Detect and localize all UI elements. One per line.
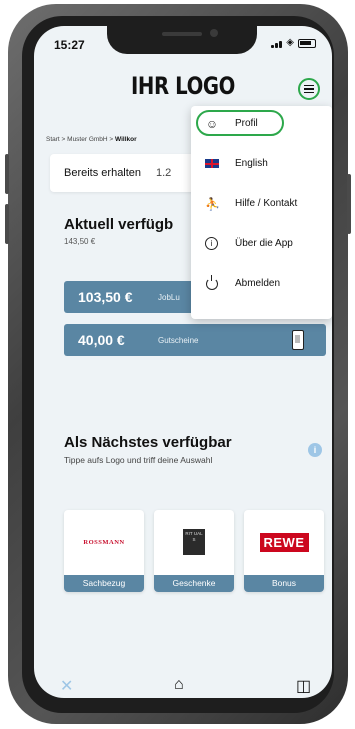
partner-caption: Bonus xyxy=(244,575,324,592)
budget-label: JobLu xyxy=(158,293,180,302)
breadcrumb-company[interactable]: Muster GmbH xyxy=(67,136,107,143)
status-icons: ◈ xyxy=(271,38,316,48)
partner-tile-ritual[interactable]: RIT UAL S Geschenke xyxy=(154,510,234,592)
menu-item-profile[interactable]: ☺ Profil xyxy=(191,106,332,142)
available-title: Aktuell verfügb xyxy=(64,216,174,233)
budget-amount: 40,00 € xyxy=(78,332,125,348)
breadcrumb-start[interactable]: Start xyxy=(46,136,60,143)
breadcrumb-separator: > xyxy=(61,136,66,143)
partner-tile-rewe[interactable]: REWE Bonus xyxy=(244,510,324,592)
status-bar: 15:27 ◈ xyxy=(34,26,332,64)
budget-bar-vouchers[interactable]: 40,00 € Gutscheine xyxy=(64,324,326,356)
camera xyxy=(210,29,218,37)
app-screen: 15:27 ◈ IHR LOGO Start > Muster GmbH > W… xyxy=(34,26,332,698)
budget-amount: 103,50 € xyxy=(78,289,133,305)
hamburger-menu-icon[interactable] xyxy=(298,78,320,100)
signal-icon xyxy=(271,41,283,48)
speaker xyxy=(162,32,202,36)
next-available-title: Als Nächstes verfügbar xyxy=(64,434,232,451)
wifi-icon: ◈ xyxy=(286,37,294,48)
received-label: Bereits erhalten xyxy=(64,167,142,179)
brand-logo[interactable]: IHR LOGO xyxy=(61,72,305,100)
cutlery-icon[interactable]: ✕ xyxy=(60,676,73,696)
volume-up-button xyxy=(5,154,9,194)
menu-item-about[interactable]: i Über die App xyxy=(191,226,332,262)
person-icon: ☺ xyxy=(205,117,219,131)
menu-item-english[interactable]: English xyxy=(191,146,332,182)
ritual-logo: RIT UAL S xyxy=(154,510,234,574)
partner-caption: Geschenke xyxy=(154,575,234,592)
home-icon[interactable]: ⌂ xyxy=(174,676,184,694)
status-time: 15:27 xyxy=(54,38,85,52)
rossmann-logo: ROSSMANN xyxy=(83,538,125,546)
partner-tile-rossmann[interactable]: ROSSMANN Sachbezug xyxy=(64,510,144,592)
power-icon xyxy=(206,275,218,290)
received-value: 1.2 xyxy=(156,167,172,179)
menu-item-label: Abmelden xyxy=(235,278,281,289)
rewe-logo: REWE xyxy=(244,510,324,574)
menu-item-label: Hilfe / Kontakt xyxy=(235,198,298,209)
info-circle-icon: i xyxy=(205,237,218,250)
uk-flag-icon xyxy=(205,159,219,168)
menu-item-logout[interactable]: Abmelden xyxy=(191,266,332,302)
power-side-button xyxy=(347,174,351,234)
breadcrumb: Start > Muster GmbH > Willkor xyxy=(46,136,137,143)
partner-caption: Sachbezug xyxy=(64,575,144,592)
battery-icon xyxy=(298,39,316,48)
help-person-icon: ⛹ xyxy=(205,197,220,211)
menu-item-label: English xyxy=(235,158,268,169)
available-amount: 143,50 € xyxy=(64,237,96,246)
menu-item-help[interactable]: ⛹ Hilfe / Kontakt xyxy=(191,186,332,222)
bottom-tab-bar: ✕ ⌂ ◫ xyxy=(34,666,332,698)
notch xyxy=(107,26,257,54)
user-menu-dropdown: ☺ Profil English ⛹ Hilfe / Kontakt i Übe… xyxy=(191,106,332,319)
volume-down-button xyxy=(5,204,9,244)
breadcrumb-current: Willkor xyxy=(115,136,137,143)
budget-label: Gutscheine xyxy=(158,336,199,345)
breadcrumb-separator: > xyxy=(109,136,114,143)
info-icon[interactable]: i xyxy=(308,443,322,457)
next-available-subtitle: Tippe aufs Logo und triff deine Auswahl xyxy=(64,455,213,465)
phone-voucher-icon xyxy=(292,330,304,350)
menu-item-label: Über die App xyxy=(235,238,293,249)
menu-item-label: Profil xyxy=(235,118,258,129)
gift-box-icon[interactable]: ◫ xyxy=(296,676,311,696)
